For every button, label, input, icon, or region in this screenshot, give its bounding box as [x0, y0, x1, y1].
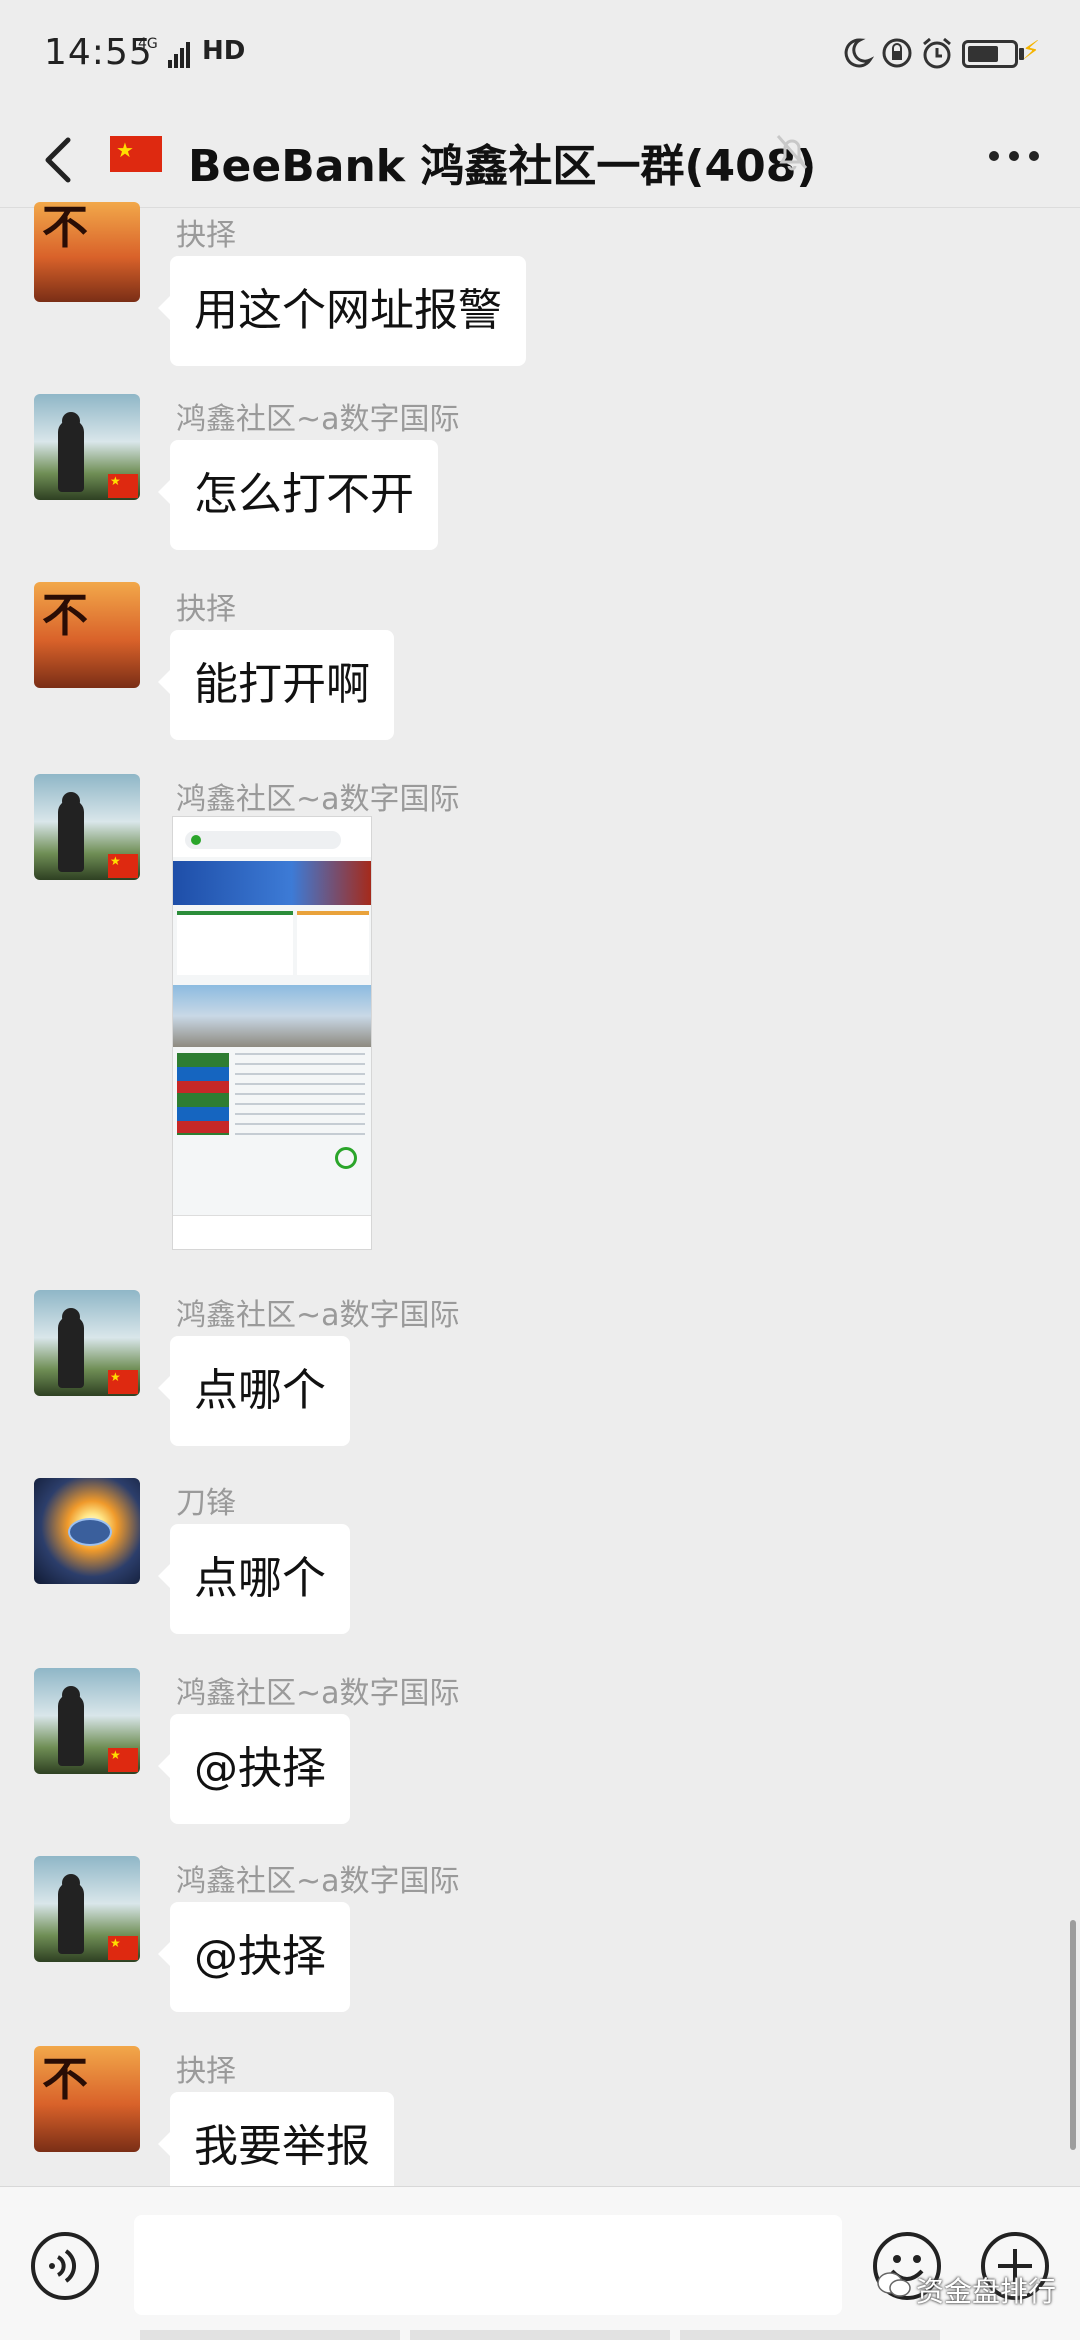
sender-name: 鸿鑫社区~a数字国际 [176, 402, 460, 437]
watermark-text: 资金盘排行 [916, 2275, 1057, 2308]
scrollbar[interactable] [1070, 1920, 1076, 2150]
message-bubble[interactable]: @抉择 [158, 1714, 350, 1824]
message-bubble[interactable]: 用这个网址报警 [158, 256, 526, 366]
calligraphy-art: 不 [42, 588, 88, 642]
sender-name: 鸿鑫社区~a数字国际 [176, 1864, 460, 1899]
message-item: ★ 鸿鑫社区~a数字国际 [0, 772, 1080, 1272]
message-bubble[interactable]: 点哪个 [158, 1524, 350, 1634]
sender-avatar[interactable]: ★ [34, 1290, 140, 1396]
bottom-edge [140, 2330, 940, 2340]
charging-bolt-icon: ⚡ [1021, 36, 1040, 66]
message-bubble[interactable]: 点哪个 [158, 1336, 350, 1446]
sender-avatar[interactable]: 不 [34, 202, 140, 302]
message-item: ★ 鸿鑫社区~a数字国际 @抉择 [0, 1854, 1080, 2024]
sender-avatar[interactable]: 不 [34, 2046, 140, 2152]
muted-bell-icon [776, 135, 808, 171]
message-bubble[interactable]: @抉择 [158, 1902, 350, 2012]
sender-avatar[interactable]: ★ [34, 774, 140, 880]
sender-name: 刀锋 [176, 1486, 236, 1521]
message-item: ★ 鸿鑫社区~a数字国际 怎么打不开 [0, 392, 1080, 562]
status-time: 14:55 [44, 32, 153, 73]
status-icons: ⚡ [840, 36, 1040, 76]
sender-name: 鸿鑫社区~a数字国际 [176, 1298, 460, 1333]
sender-avatar[interactable]: ★ [34, 1856, 140, 1962]
sender-avatar[interactable] [34, 1478, 140, 1584]
message-item: ★ 鸿鑫社区~a数字国际 点哪个 [0, 1288, 1080, 1458]
china-flag-icon: ★ [108, 1936, 138, 1960]
message-bubble[interactable]: 怎么打不开 [158, 440, 438, 550]
more-options-button[interactable] [982, 136, 1046, 176]
sender-avatar[interactable]: 不 [34, 582, 140, 688]
message-item: 不 抉择 能打开啊 [0, 582, 1080, 752]
sender-name: 鸿鑫社区~a数字国际 [176, 782, 460, 817]
sender-name: 抉择 [176, 2054, 236, 2089]
message-bubble[interactable]: 我要举报 [158, 2092, 394, 2186]
china-flag-icon: ★ [108, 854, 138, 878]
do-not-disturb-moon-icon [844, 38, 874, 68]
hd-indicator: HD [202, 36, 246, 66]
china-flag-icon: ★ [108, 1748, 138, 1772]
phone-icon [335, 1147, 357, 1169]
sender-avatar[interactable]: ★ [34, 394, 140, 500]
message-input[interactable] [134, 2215, 842, 2315]
message-item: 刀锋 点哪个 [0, 1476, 1080, 1646]
sender-avatar[interactable]: ★ [34, 1668, 140, 1774]
calligraphy-art: 不 [42, 2052, 88, 2106]
chat-header: ★ BeeBank 鸿鑫社区一群(408) [0, 112, 1080, 208]
status-bar: 14:55 4G HD ⚡ [0, 0, 1080, 112]
signal-icon [168, 42, 190, 68]
message-bubble[interactable]: 能打开啊 [158, 630, 394, 740]
chat-input-bar [0, 2186, 1080, 2340]
back-button[interactable] [30, 128, 90, 192]
message-item: ★ 鸿鑫社区~a数字国际 @抉择 [0, 1666, 1080, 1836]
rotation-lock-icon [882, 38, 912, 68]
wechat-watermark-icon [877, 2272, 911, 2297]
message-item: 不 抉择 用这个网址报警 [0, 202, 1080, 368]
china-flag-icon: ★ [110, 136, 162, 172]
image-message-website-screenshot[interactable] [172, 816, 372, 1250]
battery-icon [962, 40, 1018, 68]
alarm-clock-icon [923, 37, 951, 69]
sender-name: 鸿鑫社区~a数字国际 [176, 1676, 460, 1711]
message-item: 不 抉择 我要举报 [0, 2044, 1080, 2186]
chat-title: BeeBank 鸿鑫社区一群(408) [188, 141, 817, 192]
calligraphy-art: 不 [42, 202, 88, 254]
sender-name: 抉择 [176, 218, 236, 253]
sender-name: 抉择 [176, 592, 236, 627]
china-flag-icon: ★ [108, 474, 138, 498]
voice-input-button[interactable] [30, 2231, 100, 2301]
china-flag-icon: ★ [108, 1370, 138, 1394]
network-type: 4G [138, 36, 158, 52]
